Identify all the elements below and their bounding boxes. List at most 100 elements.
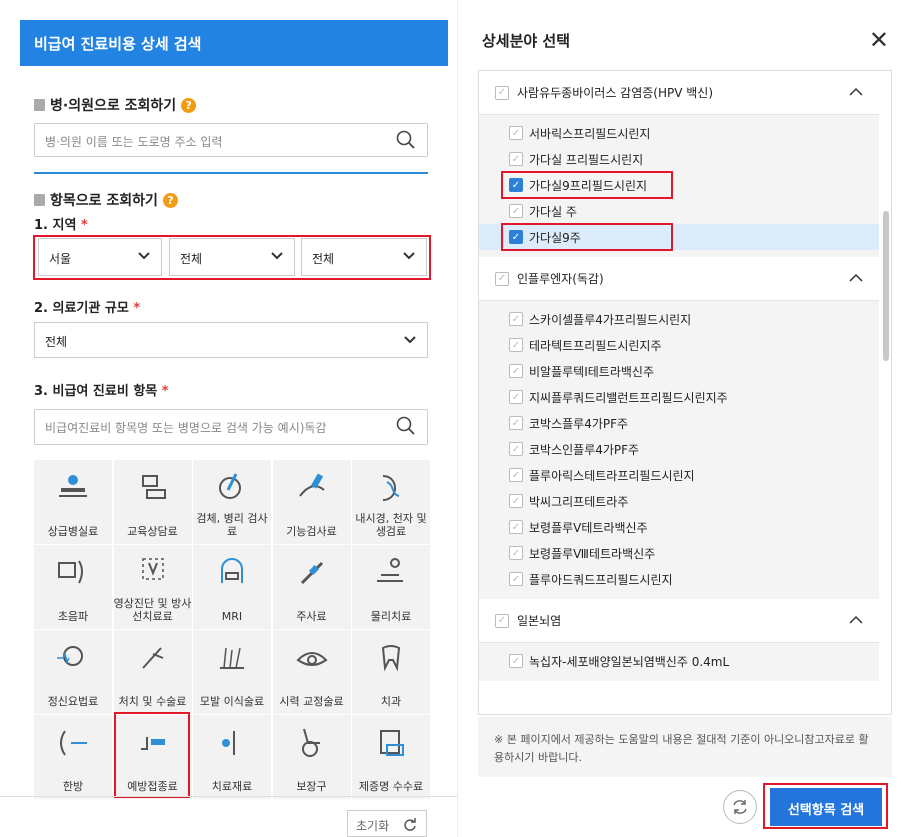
- tooth-icon: [381, 645, 401, 672]
- item-search-input[interactable]: 비급여진료비 항목명 또는 병명으로 검색 가능 예시)독감: [34, 409, 428, 445]
- checkbox[interactable]: ✓: [509, 494, 523, 508]
- category-label: 정신요법료: [47, 695, 99, 708]
- list-item-label: 플루아릭스테트라프리필드시린지: [529, 468, 695, 483]
- category-material[interactable]: 치료재료: [193, 715, 271, 799]
- category-label: 모발 이식술료: [199, 695, 265, 708]
- list-item[interactable]: ✓ 스카이셀플루4가프리필드시린지: [509, 309, 691, 329]
- category-wheelchair[interactable]: 보장구: [272, 715, 351, 799]
- category-hair[interactable]: 모발 이식술료: [193, 630, 271, 714]
- checkbox[interactable]: ✓: [495, 613, 509, 628]
- category-ultrasound[interactable]: 초음파: [34, 545, 112, 629]
- list-item[interactable]: ✓ 녹십자-세포배양일본뇌염백신주 0.4mL: [509, 651, 729, 671]
- scrollbar[interactable]: [883, 211, 889, 361]
- category-scalpel[interactable]: 처치 및 수술료: [113, 630, 192, 714]
- checkbox[interactable]: ✓: [509, 152, 523, 166]
- checkbox[interactable]: ✓: [509, 312, 523, 326]
- category-bed[interactable]: 상급병실료: [34, 460, 112, 544]
- selected-item-highlight-box: [501, 223, 673, 251]
- chevron-up-icon[interactable]: [847, 611, 865, 629]
- material-icon: [222, 731, 235, 755]
- section-divider: [34, 172, 428, 174]
- list-item[interactable]: ✓ 박씨그리프테트라주: [509, 491, 628, 511]
- checkbox[interactable]: ✓: [509, 468, 523, 482]
- list-item[interactable]: ✓ 보령플루V테트라백신주: [509, 517, 648, 537]
- list-item[interactable]: ✓ 가다실 주: [509, 201, 577, 221]
- chevron-up-icon[interactable]: [847, 83, 865, 101]
- list-item-label: 보령플루V테트라백신주: [529, 520, 648, 535]
- list-item[interactable]: ✓ 플루아릭스테트라프리필드시린지: [509, 465, 695, 485]
- search-icon[interactable]: [395, 129, 417, 151]
- checkbox[interactable]: ✓: [495, 271, 509, 286]
- checkbox[interactable]: ✓: [509, 572, 523, 586]
- checkbox[interactable]: ✓: [509, 204, 523, 218]
- search-icon[interactable]: [395, 415, 417, 437]
- item-label: 3. 비급여 진료비 항목 *: [34, 380, 169, 399]
- checkbox[interactable]: ✓: [509, 364, 523, 378]
- category-label: 시력 교정술료: [279, 695, 344, 708]
- checkbox[interactable]: ✓: [495, 85, 509, 100]
- checkbox[interactable]: ✓: [509, 520, 523, 534]
- item-label-text: 3. 비급여 진료비 항목: [34, 384, 158, 399]
- group-header[interactable]: ✓ 일본뇌염: [479, 599, 879, 643]
- help-icon[interactable]: ?: [162, 192, 178, 208]
- category-label: 한방: [62, 780, 84, 793]
- region-label-text: 1. 지역: [34, 218, 77, 233]
- refresh-icon: [733, 800, 747, 814]
- region-highlight-box: [33, 235, 431, 280]
- checkbox[interactable]: ✓: [509, 126, 523, 140]
- list-item[interactable]: ✓ 지씨플루쿼드리밸런트프리필드시린지주: [509, 387, 728, 407]
- close-icon[interactable]: ✕: [869, 26, 889, 54]
- hospital-search-input[interactable]: 병·의원 이름 또는 도로명 주소 입력: [34, 123, 428, 157]
- mri-icon: [221, 558, 243, 583]
- category-acupuncture[interactable]: 한방: [34, 715, 112, 799]
- checkbox[interactable]: ✓: [509, 654, 523, 668]
- checkbox[interactable]: ✓: [509, 416, 523, 430]
- category-mri[interactable]: MRI: [193, 545, 271, 629]
- category-eye[interactable]: 시력 교정술료: [272, 630, 351, 714]
- ultrasound-icon: [58, 560, 83, 584]
- checkbox[interactable]: ✓: [509, 546, 523, 560]
- list-item[interactable]: ✓ 가다실 프리필드시린지: [509, 149, 643, 169]
- category-radiology[interactable]: 영상진단 및 방사선치료료: [113, 545, 192, 629]
- category-test-tube[interactable]: 검체, 병리 검사료: [193, 460, 271, 544]
- list-item[interactable]: ✓ 비알플루텍I테트라백신주: [509, 361, 654, 381]
- category-label: 제증명 수수료: [358, 780, 424, 793]
- category-certificate[interactable]: 제증명 수수료: [352, 715, 430, 799]
- group-header[interactable]: ✓ 인플루엔자(독감): [479, 257, 879, 301]
- chevron-up-icon[interactable]: [847, 269, 865, 287]
- category-label: MRI: [221, 610, 243, 623]
- list-item[interactable]: ✓ 코박스인플루4가PF주: [509, 439, 639, 459]
- wheelchair-icon: [301, 728, 320, 757]
- counsel-icon: [141, 475, 166, 499]
- required-mark: *: [133, 301, 141, 316]
- list-item[interactable]: ✓ 테라텍트프리필드시린지주: [509, 335, 661, 355]
- category-function-test[interactable]: 기능검사료: [272, 460, 351, 544]
- acupuncture-icon: [60, 730, 87, 756]
- category-counsel[interactable]: 교육상담료: [113, 460, 192, 544]
- list-item[interactable]: ✓ 보령플루Ⅷ테트라백신주: [509, 543, 655, 563]
- category-tooth[interactable]: 치과: [352, 630, 430, 714]
- checkbox[interactable]: ✓: [509, 442, 523, 456]
- category-brain[interactable]: 정신요법료: [34, 630, 112, 714]
- group-header[interactable]: ✓ 사람유두종바이러스 감염증(HPV 백신): [479, 71, 879, 115]
- list-item[interactable]: ✓ 서바릭스프리필드시린지: [509, 123, 650, 143]
- category-endoscope[interactable]: 내시경, 천자 및 생검료: [352, 460, 430, 544]
- category-physio[interactable]: 물리치료: [352, 545, 430, 629]
- bed-icon: [59, 475, 87, 497]
- category-syringe[interactable]: 주사료: [272, 545, 351, 629]
- list-item-label: 스카이셀플루4가프리필드시린지: [529, 312, 692, 327]
- checkbox[interactable]: ✓: [509, 338, 523, 352]
- refresh-button[interactable]: [723, 790, 757, 824]
- list-item-label: 박씨그리프테트라주: [529, 494, 629, 509]
- checkbox[interactable]: ✓: [509, 390, 523, 404]
- category-label: 내시경, 천자 및 생검료: [355, 512, 427, 538]
- certificate-icon: [380, 730, 404, 756]
- item-search-placeholder: 비급여진료비 항목명 또는 병명으로 검색 가능 예시)독감: [45, 421, 327, 435]
- reset-button[interactable]: 초기화: [347, 810, 427, 837]
- help-icon[interactable]: ?: [181, 97, 197, 113]
- eye-icon: [295, 652, 328, 666]
- scale-select[interactable]: 전체: [34, 322, 428, 358]
- group-label: 일본뇌염: [517, 614, 562, 628]
- list-item[interactable]: ✓ 코박스플루4가PF주: [509, 413, 628, 433]
- list-item[interactable]: ✓ 플루아드쿼드프리필드시린지: [509, 569, 673, 589]
